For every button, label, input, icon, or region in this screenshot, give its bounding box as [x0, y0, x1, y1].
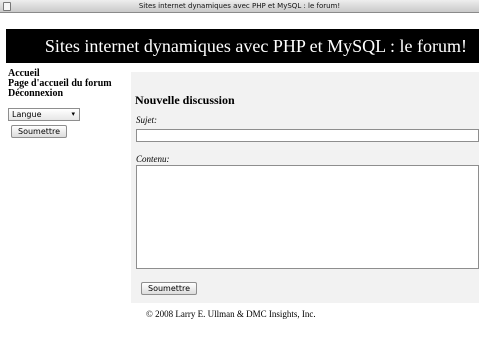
dropdown-arrow-icon: ▾	[71, 110, 75, 118]
banner-title: Sites internet dynamiques avec PHP et My…	[44, 36, 467, 56]
nav-link-logout[interactable]: Déconnexion	[8, 89, 132, 99]
sidebar: Accueil Page d'accueil du forum Déconnex…	[8, 69, 132, 139]
copyright-footer: © 2008 Larry E. Ullman & DMC Insights, I…	[146, 309, 316, 319]
document-icon	[3, 2, 11, 11]
window-titlebar: Sites internet dynamiques avec PHP et My…	[0, 0, 479, 13]
language-submit-button[interactable]: Soumettre	[11, 125, 68, 138]
submit-post-button[interactable]: Soumettre	[141, 282, 198, 295]
content-textarea[interactable]	[136, 165, 479, 269]
window-title: Sites internet dynamiques avec PHP et My…	[138, 2, 341, 10]
content-label: Contenu:	[136, 154, 170, 164]
subject-label: Sujet:	[136, 115, 157, 125]
new-thread-form: Nouvelle discussion Sujet: Contenu: Soum…	[131, 72, 479, 303]
subject-input[interactable]	[136, 129, 479, 142]
sidebar-nav: Accueil Page d'accueil du forum Déconnex…	[8, 69, 132, 99]
language-select-value: Langue	[12, 110, 42, 119]
form-heading: Nouvelle discussion	[135, 93, 235, 107]
language-select[interactable]: Langue ▾	[8, 108, 80, 121]
site-banner: Sites internet dynamiques avec PHP et My…	[6, 29, 479, 63]
